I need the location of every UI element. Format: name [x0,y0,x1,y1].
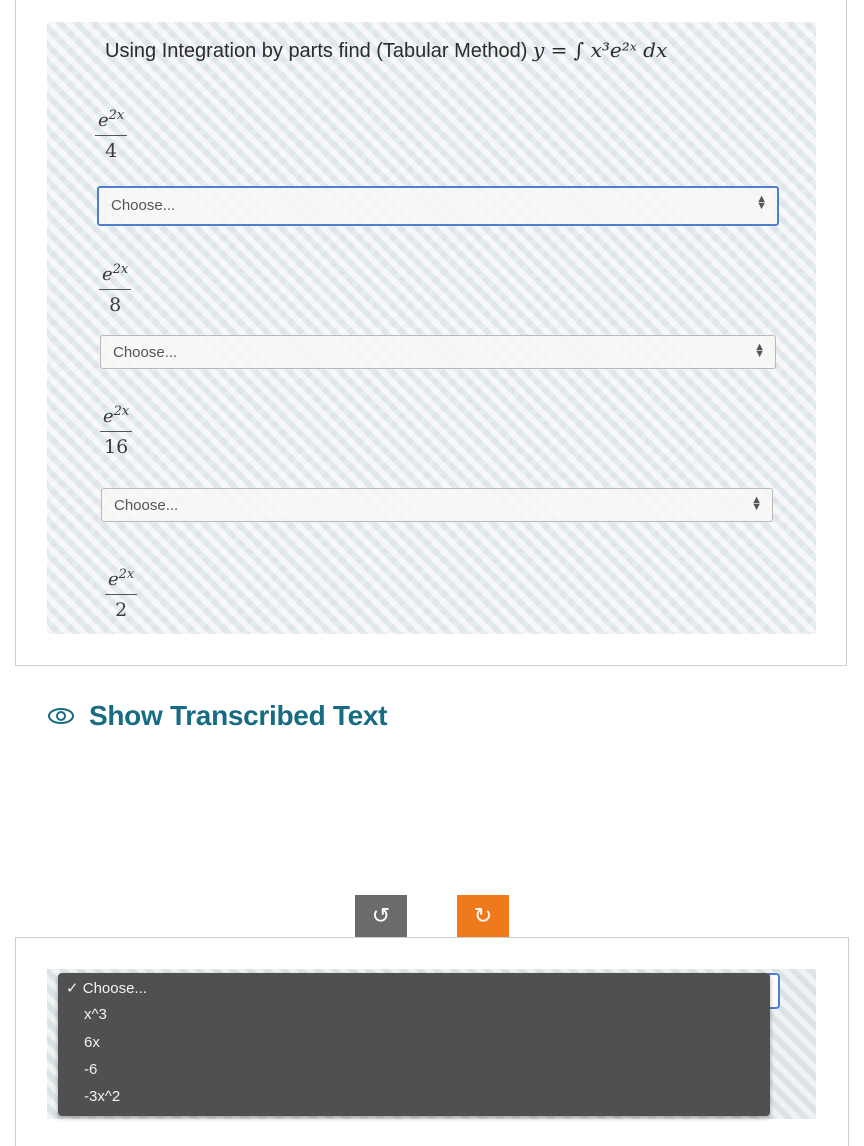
rotate-right-button[interactable]: ↻ [457,895,509,937]
dropdown-option[interactable]: x^3 [84,1006,107,1023]
question-title: Using Integration by parts find (Tabular… [105,38,668,62]
fraction-1: e2x 4 [95,108,128,162]
fraction-3: e2x 16 [100,404,133,458]
dropdown-option[interactable]: -6 [84,1061,97,1078]
dropdown-option[interactable]: -3x^2 [84,1088,120,1105]
question-photo: Using Integration by parts find (Tabular… [47,22,816,634]
select-arrows-icon: ▲ ▼ [751,494,762,513]
fraction-4: e2x 2 [105,567,138,621]
select-arrows-icon: ▲ ▼ [754,341,765,360]
show-transcribed-text-link[interactable]: Show Transcribed Text [47,700,387,732]
dropdown-menu: ✓ Choose... x^3 6x -6 -3x^2 [58,973,770,1116]
rotate-left-button[interactable]: ↺ [355,895,407,937]
select-3[interactable]: Choose... ▲ ▼ [101,488,773,522]
select-1[interactable]: Choose... ▲ ▼ [97,186,779,226]
fraction-2: e2x 8 [99,262,132,316]
question-equation: y = ∫ x³e²ˣ dx [533,38,668,62]
select-2[interactable]: Choose... ▲ ▼ [100,335,776,369]
eye-icon [48,708,74,724]
rotate-left-icon: ↺ [371,903,391,928]
select-arrows-icon: ▲ ▼ [756,193,767,212]
dropdown-option[interactable]: 6x [84,1034,100,1051]
dropdown-option-selected[interactable]: ✓ Choose... [66,979,147,997]
rotate-right-icon: ↻ [473,903,493,928]
